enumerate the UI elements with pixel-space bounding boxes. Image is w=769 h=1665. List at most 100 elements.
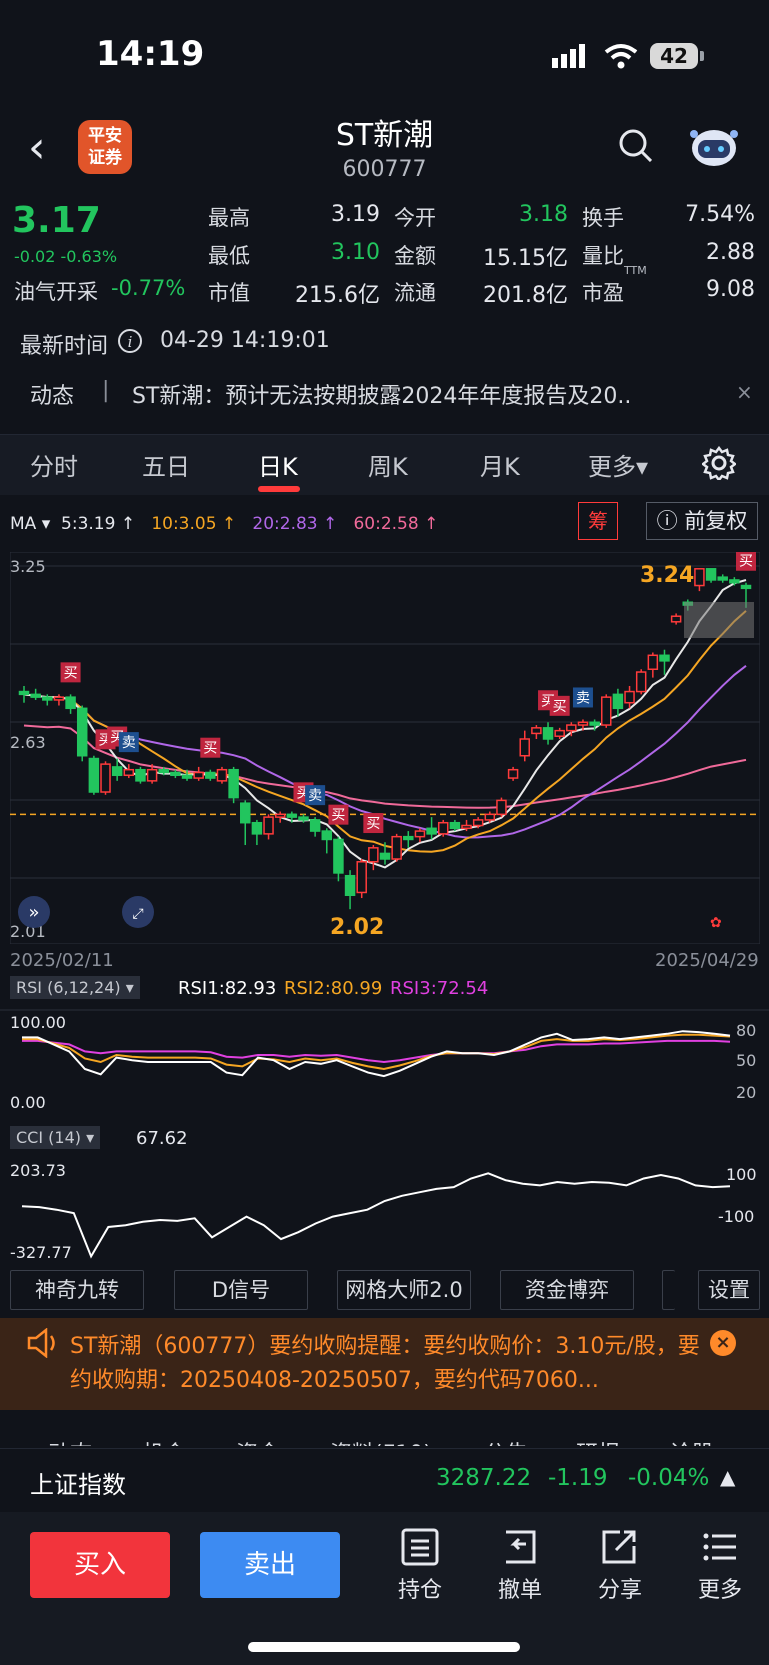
low-mark-label: 2.02 xyxy=(330,915,384,940)
tab-five-day[interactable]: 五日 xyxy=(142,447,190,482)
subtab-f10[interactable]: 资料(F10) xyxy=(330,1436,432,1446)
forward-adjust-button[interactable]: ⓘ 前复权 xyxy=(646,502,758,540)
candle-body xyxy=(53,696,65,701)
tab-daily-k[interactable]: 日K xyxy=(258,447,298,482)
candle-body xyxy=(449,821,461,830)
active-tab-indicator xyxy=(258,486,300,492)
high-value: 3.19 xyxy=(331,202,380,227)
sector-name[interactable]: 油气开采 xyxy=(14,276,98,306)
chart-tabs: 分时 五日 日K 周K 月K 更多▾ xyxy=(0,434,769,495)
candle-body xyxy=(333,838,344,874)
subtab-announcements[interactable]: 公告 xyxy=(484,1436,528,1446)
candle-body xyxy=(76,707,88,757)
candle-body xyxy=(612,693,624,710)
share-button[interactable]: 分享 xyxy=(580,1528,660,1604)
trade-marker-label: 买 xyxy=(739,554,753,570)
index-value: 3287.22 xyxy=(436,1465,532,1491)
mktcap-label: 市值 xyxy=(208,281,250,305)
index-bar[interactable]: 上证指数 3287.22 -1.19 -0.04% ▲ xyxy=(0,1448,769,1513)
candle-body xyxy=(18,690,30,696)
robot-assistant-icon[interactable] xyxy=(688,124,740,168)
ma-selector[interactable]: MA ▾ xyxy=(10,514,50,534)
tool-partial[interactable] xyxy=(662,1270,675,1310)
index-name: 上证指数 xyxy=(30,1471,126,1499)
search-icon[interactable] xyxy=(618,128,652,162)
sector-change: -0.77% xyxy=(111,276,186,300)
more-button[interactable]: 更多 xyxy=(680,1528,760,1604)
trade-marker-label: 买 xyxy=(366,816,380,832)
low-label: 最低 xyxy=(208,244,250,268)
cci-series-line xyxy=(21,1172,731,1259)
vol-ratio-value: 2.88 xyxy=(706,240,755,265)
tool-capital-game[interactable]: 资金博弈 xyxy=(500,1270,634,1310)
tab-monthly-k[interactable]: 月K xyxy=(480,447,520,482)
qfq-label: 前复权 xyxy=(684,509,748,533)
cci-selector[interactable]: CCI (14) ▾ xyxy=(10,1126,101,1149)
cci-chart[interactable]: 203.73 -327.77 100 -100 xyxy=(0,1154,769,1264)
candle-body xyxy=(309,819,321,832)
rsi-selector[interactable]: RSI (6,12,24) ▾ xyxy=(10,976,140,999)
alert-close-icon[interactable]: × xyxy=(710,1330,736,1356)
candle-body xyxy=(647,654,659,670)
cci-neg100: -100 xyxy=(718,1207,754,1226)
chip-distribution-button[interactable]: 筹 xyxy=(578,502,618,540)
tool-nine-turn[interactable]: 神奇九转 xyxy=(10,1270,144,1310)
candle-body xyxy=(426,827,437,835)
candle-body xyxy=(146,768,158,782)
news-headline[interactable]: ST新潮：预计无法按期披露2024年年度报告及20.. xyxy=(132,378,692,410)
expand-up-icon[interactable]: ▲ xyxy=(720,1465,735,1489)
candlestick-chart[interactable]: 买买买卖 买买卖买买买买卖买 3.25 2.63 2.01 3.24 2.02 »… xyxy=(10,552,760,944)
tool-d-signal[interactable]: D信号 xyxy=(174,1270,308,1310)
qfq-info-icon: ⓘ xyxy=(656,509,685,533)
ma-legend[interactable]: MA ▾ 5:3.19 ↑ 10:3.05 ↑ 20:2.83 ↑ 60:2.5… xyxy=(10,514,438,534)
ma10-value: 10:3.05 ↑ xyxy=(151,514,237,534)
candle-body xyxy=(356,861,367,894)
sell-button[interactable]: 卖出 xyxy=(200,1532,340,1598)
candle-body xyxy=(705,568,717,581)
subtab-forum[interactable]: 论股 xyxy=(670,1436,714,1446)
holdings-icon xyxy=(401,1528,439,1566)
candle-body xyxy=(65,696,76,710)
candle-body xyxy=(403,835,414,841)
candle-body xyxy=(461,824,472,830)
cancel-order-button[interactable]: 撤单 xyxy=(480,1528,560,1604)
stock-code: 600777 xyxy=(342,157,427,182)
candle-body xyxy=(205,771,216,779)
subtab-research[interactable]: 研报 xyxy=(576,1436,620,1446)
tab-intraday[interactable]: 分时 xyxy=(30,447,78,482)
holdings-button[interactable]: 持仓 xyxy=(380,1528,460,1604)
info-icon[interactable]: i xyxy=(117,328,143,354)
rsi-chart[interactable]: 100.00 0.00 80 50 20 xyxy=(0,1006,769,1124)
rsi-50: 50 xyxy=(736,1051,756,1070)
last-price: 3.17 xyxy=(12,200,101,241)
tab-more[interactable]: 更多▾ xyxy=(588,447,648,482)
subtab-capital[interactable]: 资金 xyxy=(236,1436,280,1446)
turnover-value: 7.54% xyxy=(685,202,755,227)
candle-body xyxy=(274,813,286,818)
subtab-news[interactable]: 动态 xyxy=(48,1436,92,1446)
candle-body xyxy=(170,771,181,777)
candle-body xyxy=(158,768,169,774)
trade-marker-label: 买 xyxy=(203,741,217,757)
candle-body xyxy=(228,768,239,799)
svg-text:i: i xyxy=(128,333,133,351)
cancel-order-icon xyxy=(506,1530,536,1564)
settings-mini-icon: ✿ xyxy=(710,915,722,931)
tab-weekly-k[interactable]: 周K xyxy=(368,447,408,482)
news-close-icon[interactable]: × xyxy=(736,380,753,404)
candle-body xyxy=(181,774,193,779)
x-end-date: 2025/04/29 xyxy=(655,950,759,971)
rsi-bottom: 0.00 xyxy=(10,1093,46,1112)
vol-ratio-label: 量比 xyxy=(582,244,624,268)
open-value: 3.18 xyxy=(519,202,568,227)
subtab-opportunity[interactable]: 机会 xyxy=(142,1436,186,1446)
tool-settings[interactable]: 设置 xyxy=(698,1270,760,1310)
candle-body xyxy=(240,802,251,824)
y-tick-top: 3.25 xyxy=(10,557,46,576)
tool-grid-master[interactable]: 网格大师2.0 xyxy=(337,1270,471,1310)
rsi1-line xyxy=(22,1030,731,1078)
candle-body xyxy=(286,813,298,818)
candle-body xyxy=(321,830,333,841)
buy-button[interactable]: 买入 xyxy=(30,1532,170,1598)
gear-icon[interactable] xyxy=(702,446,736,480)
